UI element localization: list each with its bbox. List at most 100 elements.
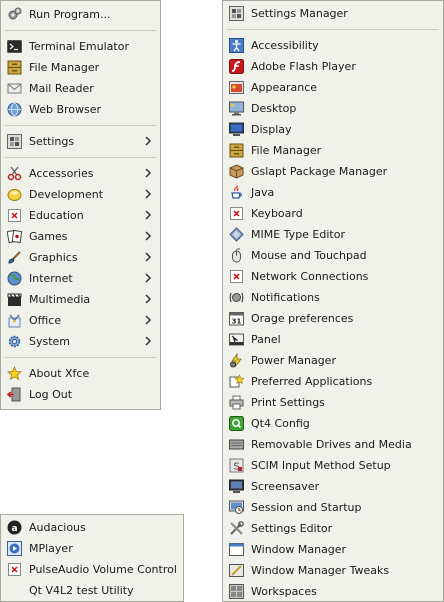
menu-item-label: About Xfce [29,367,90,380]
workspaces-icon [229,584,244,599]
accessibility-icon [229,38,244,53]
menu-item-graphics[interactable]: Graphics [1,247,160,268]
settings-item-window-manager[interactable]: Window Manager [223,539,443,560]
menu-item-terminal-emulator[interactable]: Terminal Emulator [1,36,160,57]
svg-text:a: a [11,524,17,534]
settings-item-window-manager-tweaks[interactable]: Window Manager Tweaks [223,560,443,581]
multimedia-item-mplayer[interactable]: MPlayer [1,538,183,559]
power-manager-icon [229,353,244,368]
separator [5,125,156,126]
menu-item-label: Screensaver [251,480,320,493]
broken-image-icon [7,562,22,577]
chevron-right-icon [142,335,154,347]
menu-item-label: PulseAudio Volume Control [29,563,177,576]
menu-item-label: Notifications [251,291,320,304]
menu-item-file-manager[interactable]: File Manager [1,57,160,78]
menu-item-label: Window Manager Tweaks [251,564,390,577]
menu-item-label: Adobe Flash Player [251,60,356,73]
menu-item-mail-reader[interactable]: Mail Reader [1,78,160,99]
settings-item-network-connections[interactable]: Network Connections [223,266,443,287]
logout-icon [7,387,22,402]
menu-item-about-xfce[interactable]: About Xfce [1,363,160,384]
settings-item-removable-drives-and-media[interactable]: Removable Drives and Media [223,434,443,455]
settings-item-scim-input-method-setup[interactable]: S SCIM Input Method Setup [223,455,443,476]
chevron-right-icon [142,314,154,326]
settings-item-desktop[interactable]: Desktop [223,98,443,119]
settings-item-notifications[interactable]: Notifications [223,287,443,308]
menu-item-label: Audacious [29,521,86,534]
settings-item-appearance[interactable]: Appearance [223,77,443,98]
settings-item-display[interactable]: Display [223,119,443,140]
star-icon [7,366,22,381]
settings-item-workspaces[interactable]: Workspaces [223,581,443,602]
settings-manager-item[interactable]: Settings Manager [223,3,443,24]
settings-item-settings-editor[interactable]: Settings Editor [223,518,443,539]
chevron-right-icon [142,135,154,147]
menu-item-multimedia[interactable]: Multimedia [1,289,160,310]
settings-item-gslapt-package-manager[interactable]: Gslapt Package Manager [223,161,443,182]
menu-item-games[interactable]: Games [1,226,160,247]
globe-icon [7,102,22,117]
scim-keyboard-icon: S [229,458,244,473]
calendar-icon: 31 [229,311,244,326]
menu-item-development[interactable]: Development [1,184,160,205]
settings-item-session-and-startup[interactable]: Session and Startup [223,497,443,518]
monitor-icon [229,122,244,137]
file-cabinet-icon [7,60,22,75]
file-cabinet-icon [229,143,244,158]
settings-item-orage-preferences[interactable]: 31 Orage preferences [223,308,443,329]
settings-item-keyboard[interactable]: Keyboard [223,203,443,224]
menu-item-label: Preferred Applications [251,375,373,388]
menu-item-log-out[interactable]: Log Out [1,384,160,405]
menu-item-label: Network Connections [251,270,369,283]
settings-item-qt4-config[interactable]: Qt4 Config [223,413,443,434]
menu-item-label: Run Program... [29,8,111,21]
menu-item-label: Removable Drives and Media [251,438,412,451]
blank-icon [7,583,22,598]
multimedia-item-pulseaudio-volume-control[interactable]: PulseAudio Volume Control [1,559,183,580]
chevron-right-icon [142,167,154,179]
menu-item-label: File Manager [251,144,322,157]
chevron-right-icon [142,272,154,284]
menu-item-accessories[interactable]: Accessories [1,163,160,184]
settings-item-preferred-applications[interactable]: Preferred Applications [223,371,443,392]
menu-item-web-browser[interactable]: Web Browser [1,99,160,120]
settings-item-power-manager[interactable]: Power Manager [223,350,443,371]
menu-item-internet[interactable]: Internet [1,268,160,289]
menu-item-label: Development [29,188,104,201]
settings-item-print-settings[interactable]: Print Settings [223,392,443,413]
settings-item-screensaver[interactable]: Screensaver [223,476,443,497]
menu-item-label: Power Manager [251,354,336,367]
film-clapper-icon [7,292,22,307]
multimedia-item-qt-v4l2-test-utility[interactable]: Qt V4L2 test Utility [1,580,183,601]
settings-item-accessibility[interactable]: Accessibility [223,35,443,56]
menu-item-label: Qt V4L2 test Utility [29,584,134,597]
settings-item-panel[interactable]: Panel [223,329,443,350]
settings-item-adobe-flash-player[interactable]: Adobe Flash Player [223,56,443,77]
settings-item-file-manager[interactable]: File Manager [223,140,443,161]
printer-icon [229,395,244,410]
separator [227,29,439,30]
development-icon [7,187,22,202]
tools-icon [229,521,244,536]
menu-item-system[interactable]: System [1,331,160,352]
menu-item-settings[interactable]: Settings [1,131,160,152]
scissors-icon [7,166,22,181]
menu-item-label: Internet [29,272,73,285]
broken-image-icon [229,206,244,221]
settings-submenu: Settings Manager Accessibility Adobe Fla… [222,0,444,602]
calendar-icon-text: 31 [232,318,242,326]
menu-item-education[interactable]: Education [1,205,160,226]
settings-item-mime-type-editor[interactable]: MIME Type Editor [223,224,443,245]
flash-player-icon [229,59,244,74]
settings-item-mouse-and-touchpad[interactable]: Mouse and Touchpad [223,245,443,266]
menu-item-label: MIME Type Editor [251,228,345,241]
menu-item-label: Window Manager [251,543,347,556]
terminal-icon [7,39,22,54]
menu-item-label: Keyboard [251,207,303,220]
multimedia-item-audacious[interactable]: a Audacious [1,517,183,538]
menu-item-run-program[interactable]: Run Program... [1,4,160,25]
menu-item-label: File Manager [29,61,100,74]
settings-item-java[interactable]: Java [223,182,443,203]
menu-item-office[interactable]: Office [1,310,160,331]
